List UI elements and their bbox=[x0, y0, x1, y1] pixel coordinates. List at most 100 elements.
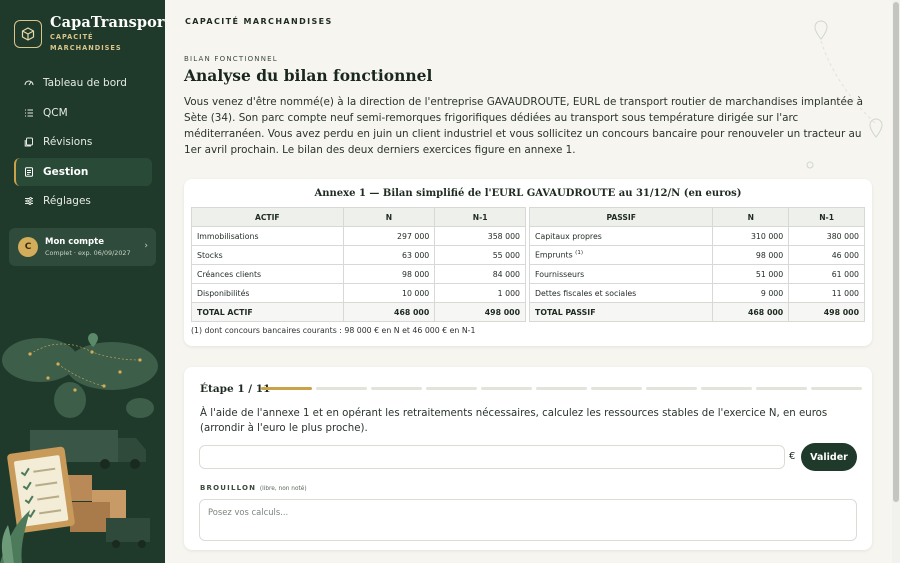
brand[interactable]: CapaTransport CAPACITÉ MARCHANDISES bbox=[14, 14, 165, 53]
avatar: C bbox=[18, 237, 38, 257]
progress-segment bbox=[261, 387, 312, 390]
draft-label: BROUILLON (libre, non noté) bbox=[200, 484, 307, 492]
section-header: CAPACITÉ MARCHANDISES bbox=[185, 17, 333, 26]
table-row: Immobilisations 297 000 358 000 bbox=[191, 226, 526, 246]
progress-segment bbox=[536, 387, 587, 390]
draft-hint: (libre, non noté) bbox=[259, 486, 307, 492]
progress-segment bbox=[316, 387, 367, 390]
table-header: N bbox=[712, 207, 790, 227]
nav-item-label: Tableau de bord bbox=[43, 77, 127, 89]
chevron-right-icon: › bbox=[144, 241, 148, 251]
progress-segment bbox=[481, 387, 532, 390]
table-header: N bbox=[342, 207, 436, 227]
row-label: Emprunts bbox=[535, 250, 573, 260]
main-nav: Tableau de bord QCM Révisions Gestion Ré… bbox=[14, 69, 152, 217]
nav-item-label: Gestion bbox=[43, 165, 89, 178]
table-row: Emprunts (1) 98 000 46 000 bbox=[528, 245, 865, 265]
nav-item-dashboard[interactable]: Tableau de bord bbox=[14, 69, 152, 97]
row-label: Capitaux propres bbox=[528, 226, 714, 246]
row-label: Créances clients bbox=[191, 264, 344, 284]
table-row: Capitaux propres 310 000 380 000 bbox=[528, 226, 865, 246]
draft-title: BROUILLON bbox=[200, 484, 257, 492]
nav-item-qcm[interactable]: QCM bbox=[14, 99, 152, 127]
footnote-marker: (1) bbox=[575, 250, 583, 257]
scrollbar-thumb[interactable] bbox=[893, 2, 899, 502]
cell-n-1: 84 000 bbox=[434, 264, 526, 284]
row-label-emprunts: Emprunts (1) bbox=[528, 245, 714, 265]
total-n: 468 000 bbox=[342, 302, 436, 322]
brand-title: CapaTransport bbox=[50, 14, 165, 31]
row-label: Disponibilités bbox=[191, 283, 344, 303]
table-header: N-1 bbox=[434, 207, 526, 227]
annex-card: Annexe 1 — Bilan simplifié de l'EURL GAV… bbox=[184, 179, 872, 346]
validate-button[interactable]: Valider bbox=[801, 443, 857, 471]
total-row: TOTAL PASSIF 468 000 498 000 bbox=[528, 302, 865, 322]
account-status: Complet · exp. 06/09/2027 bbox=[45, 249, 131, 257]
logistics-illustration bbox=[0, 333, 158, 563]
cell-n: 10 000 bbox=[342, 283, 436, 303]
cell-n-1: 55 000 bbox=[434, 245, 526, 265]
table-row: Dettes fiscales et sociales 9 000 11 000 bbox=[528, 283, 865, 303]
nav-item-settings[interactable]: Réglages bbox=[14, 187, 152, 215]
document-icon bbox=[25, 166, 33, 177]
total-label: TOTAL PASSIF bbox=[528, 302, 714, 322]
table-header: N-1 bbox=[788, 207, 865, 227]
sliders-icon bbox=[25, 197, 33, 205]
annex-footnote: (1) dont concours bancaires courants : 9… bbox=[191, 326, 476, 335]
progress-segment bbox=[646, 387, 697, 390]
brand-subtitle-line1: CAPACITÉ bbox=[50, 33, 94, 41]
scrollbar[interactable] bbox=[892, 0, 900, 563]
progress-segment bbox=[756, 387, 807, 390]
step-label: Étape 1 / 11 bbox=[200, 383, 271, 395]
cell-n: 310 000 bbox=[712, 226, 790, 246]
table-row: Disponibilités 10 000 1 000 bbox=[191, 283, 526, 303]
total-label: TOTAL ACTIF bbox=[191, 302, 344, 322]
cell-n-1: 380 000 bbox=[788, 226, 865, 246]
cell-n-1: 11 000 bbox=[788, 283, 865, 303]
nav-item-label: Réglages bbox=[43, 195, 91, 207]
total-n-1: 498 000 bbox=[434, 302, 526, 322]
table-header: PASSIF bbox=[528, 207, 714, 227]
actif-table: ACTIF N N-1 Immobilisations 297 000 358 … bbox=[191, 207, 526, 322]
cell-n-1: 1 000 bbox=[434, 283, 526, 303]
step-card: Étape 1 / 11 À l'aide de l'annexe 1 et e… bbox=[184, 367, 872, 550]
list-icon bbox=[25, 108, 33, 117]
sidebar: CapaTransport CAPACITÉ MARCHANDISES Tabl… bbox=[0, 0, 165, 563]
row-label: Immobilisations bbox=[191, 226, 344, 246]
cell-n-1: 61 000 bbox=[788, 264, 865, 284]
total-n-1: 498 000 bbox=[788, 302, 865, 322]
account-name: Mon compte bbox=[45, 237, 104, 247]
total-row: TOTAL ACTIF 468 000 498 000 bbox=[191, 302, 526, 322]
table-row: Stocks 63 000 55 000 bbox=[191, 245, 526, 265]
nav-item-label: QCM bbox=[43, 106, 68, 119]
table-row: Créances clients 98 000 84 000 bbox=[191, 264, 526, 284]
annex-title: Annexe 1 — Bilan simplifié de l'EURL GAV… bbox=[314, 188, 742, 199]
progress-segment bbox=[426, 387, 477, 390]
cell-n: 9 000 bbox=[712, 283, 790, 303]
table-row: Fournisseurs 51 000 61 000 bbox=[528, 264, 865, 284]
answer-input[interactable] bbox=[199, 445, 785, 469]
page-eyebrow: BILAN FONCTIONNEL bbox=[184, 55, 278, 63]
draft-textarea[interactable]: Posez vos calculs... bbox=[199, 499, 857, 541]
question-text: À l'aide de l'annexe 1 et en opérant les… bbox=[200, 408, 828, 434]
cell-n: 51 000 bbox=[712, 264, 790, 284]
cell-n: 98 000 bbox=[342, 264, 436, 284]
nav-item-gestion[interactable]: Gestion bbox=[14, 157, 152, 186]
brand-subtitle-line2: MARCHANDISES bbox=[50, 44, 122, 52]
cell-n-1: 46 000 bbox=[788, 245, 865, 265]
progress-segment bbox=[811, 387, 862, 390]
main-content: CAPACITÉ MARCHANDISES BILAN FONCTIONNEL … bbox=[165, 0, 892, 563]
row-label: Dettes fiscales et sociales bbox=[528, 283, 714, 303]
cards-icon bbox=[24, 137, 33, 147]
row-label: Fournisseurs bbox=[528, 264, 714, 284]
cell-n-1: 358 000 bbox=[434, 226, 526, 246]
passif-table: PASSIF N N-1 Capitaux propres 310 000 38… bbox=[528, 207, 865, 322]
currency-label: € bbox=[789, 451, 796, 462]
table-header: ACTIF bbox=[191, 207, 344, 227]
nav-item-revisions[interactable]: Révisions bbox=[14, 128, 152, 156]
dashboard-icon bbox=[24, 80, 34, 86]
cell-n: 63 000 bbox=[342, 245, 436, 265]
intro-text: Vous venez d'être nommé(e) à la directio… bbox=[184, 96, 863, 156]
account-card[interactable]: C Mon compte Complet · exp. 06/09/2027 › bbox=[9, 228, 156, 266]
page-title: Analyse du bilan fonctionnel bbox=[184, 66, 433, 85]
